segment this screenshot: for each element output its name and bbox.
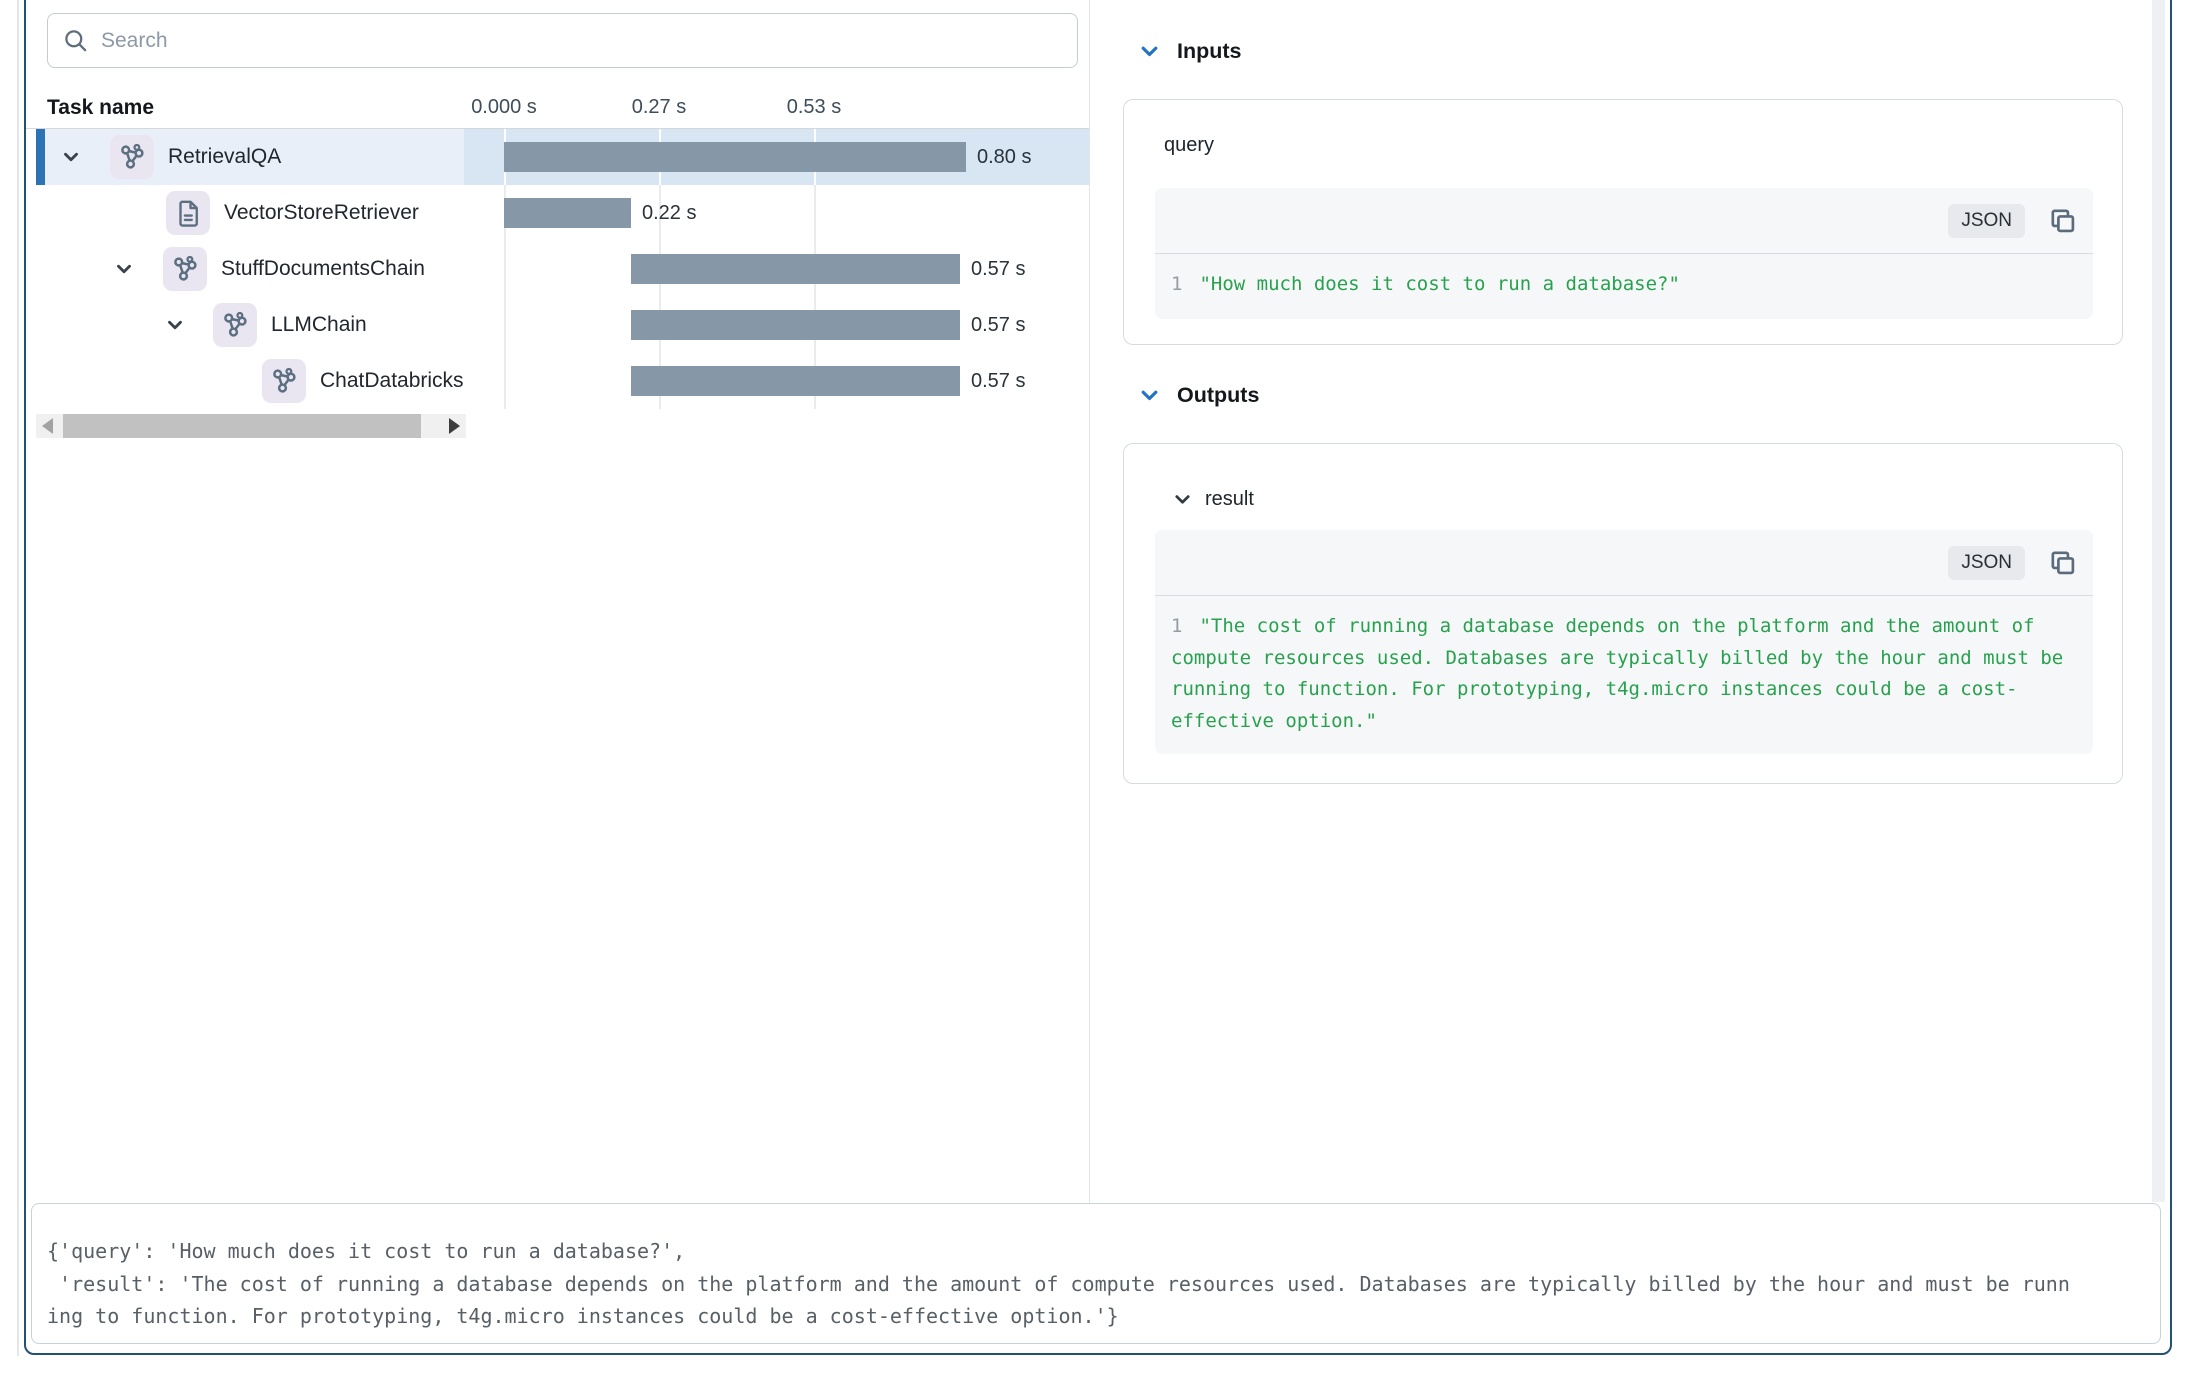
- tree-row[interactable]: RetrievalQA 0.80 s: [26, 129, 1089, 185]
- outputs-section-header[interactable]: Outputs: [1139, 383, 1259, 408]
- duration-label: 0.57 s: [971, 241, 1025, 297]
- line-number: 1: [1171, 273, 1182, 295]
- chain-icon: [262, 359, 306, 403]
- notebook-gutter-line: [17, 0, 19, 1356]
- scrollbar-thumb[interactable]: [63, 414, 421, 438]
- inputs-card: query JSON 1 "How much does it cost to ru…: [1123, 99, 2123, 345]
- task-name-column-header: Task name: [47, 86, 154, 129]
- result-collapse-toggle[interactable]: result: [1173, 488, 1254, 511]
- copy-button[interactable]: [2047, 206, 2077, 236]
- input-field-name: query: [1164, 134, 1214, 157]
- horizontal-scrollbar[interactable]: [36, 414, 466, 438]
- duration-label: 0.22 s: [642, 185, 696, 241]
- outputs-title: Outputs: [1177, 383, 1259, 408]
- tree-row[interactable]: StuffDocumentsChain 0.57 s: [26, 241, 1089, 297]
- row-expand-chevron-icon[interactable]: [60, 146, 82, 168]
- search-icon: [62, 27, 89, 54]
- chain-icon: [110, 135, 154, 179]
- copy-button[interactable]: [2047, 548, 2077, 578]
- right-panel-scroll-gutter[interactable]: [2152, 0, 2165, 1202]
- copy-icon: [2048, 206, 2077, 235]
- gantt-bar[interactable]: [631, 254, 960, 284]
- input-code-block: JSON 1 "How much does it cost to run a da…: [1155, 188, 2093, 319]
- chevron-down-icon[interactable]: [1139, 41, 1160, 62]
- time-axis-tick: 0.53 s: [744, 86, 884, 129]
- tree-header: Task name 0.000 s 0.27 s 0.53 s: [26, 86, 1089, 129]
- task-label: LLMChain: [271, 297, 464, 353]
- duration-label: 0.57 s: [971, 297, 1025, 353]
- output-code-text: "The cost of running a database depends …: [1171, 615, 2075, 732]
- timeline-gridline: [504, 297, 506, 353]
- task-label: VectorStoreRetriever: [224, 185, 464, 241]
- row-expand-chevron-icon[interactable]: [113, 258, 135, 280]
- chevron-down-icon[interactable]: [1139, 385, 1160, 406]
- chain-icon: [163, 247, 207, 291]
- span-details-panel: Inputs query JSON 1 "How much does it cos…: [1091, 0, 2153, 1203]
- code-block-toolbar: JSON: [1155, 188, 2093, 254]
- output-code-block: JSON 1"The cost of running a database de…: [1155, 530, 2093, 754]
- trace-tree-panel: Task name 0.000 s 0.27 s 0.53 s Retrieva…: [26, 0, 1090, 1203]
- console-output-text: {'query': 'How much does it cost to run …: [32, 1204, 2160, 1333]
- outputs-card: result JSON 1"The cost of running a data…: [1123, 443, 2123, 784]
- tree-row[interactable]: ChatDatabricks 0.57 s: [26, 353, 1089, 409]
- row-expand-chevron-icon[interactable]: [164, 314, 186, 336]
- inputs-section-header[interactable]: Inputs: [1139, 39, 1242, 64]
- timeline-gridline: [504, 241, 506, 297]
- inputs-title: Inputs: [1177, 39, 1242, 64]
- scroll-right-arrow-icon[interactable]: [449, 418, 460, 434]
- code-body: 1"The cost of running a database depends…: [1155, 596, 2093, 737]
- task-label: StuffDocumentsChain: [221, 241, 464, 297]
- document-icon: [166, 191, 210, 235]
- console-output-box: {'query': 'How much does it cost to run …: [31, 1203, 2161, 1344]
- selected-row-accent-bar: [36, 129, 45, 185]
- duration-label: 0.57 s: [971, 353, 1025, 409]
- json-badge: JSON: [1948, 546, 2025, 580]
- timeline-gridline: [504, 353, 506, 409]
- output-field-name: result: [1205, 488, 1254, 511]
- time-axis-tick: 0.27 s: [589, 86, 729, 129]
- search-input[interactable]: [101, 29, 1063, 53]
- search-box[interactable]: [47, 13, 1078, 68]
- chevron-down-icon[interactable]: [1173, 490, 1192, 509]
- copy-icon: [2048, 548, 2077, 577]
- tree-row[interactable]: VectorStoreRetriever 0.22 s: [26, 185, 1089, 241]
- chain-icon: [213, 303, 257, 347]
- gantt-bar[interactable]: [631, 310, 960, 340]
- task-label: RetrievalQA: [168, 129, 464, 185]
- line-number: 1: [1171, 615, 1182, 637]
- json-badge: JSON: [1948, 204, 2025, 238]
- duration-label: 0.80 s: [977, 129, 1031, 185]
- code-body: 1 "How much does it cost to run a databas…: [1155, 254, 2093, 301]
- code-block-toolbar: JSON: [1155, 530, 2093, 596]
- scroll-left-arrow-icon[interactable]: [42, 418, 53, 434]
- tree-row[interactable]: LLMChain 0.57 s: [26, 297, 1089, 353]
- timeline-gridline: [814, 185, 816, 241]
- gantt-bar[interactable]: [631, 366, 960, 396]
- task-label: ChatDatabricks: [320, 353, 464, 409]
- time-axis-tick: 0.000 s: [434, 86, 574, 129]
- input-code-text: "How much does it cost to run a database…: [1199, 273, 1679, 295]
- gantt-bar[interactable]: [504, 142, 966, 172]
- gantt-bar[interactable]: [504, 198, 631, 228]
